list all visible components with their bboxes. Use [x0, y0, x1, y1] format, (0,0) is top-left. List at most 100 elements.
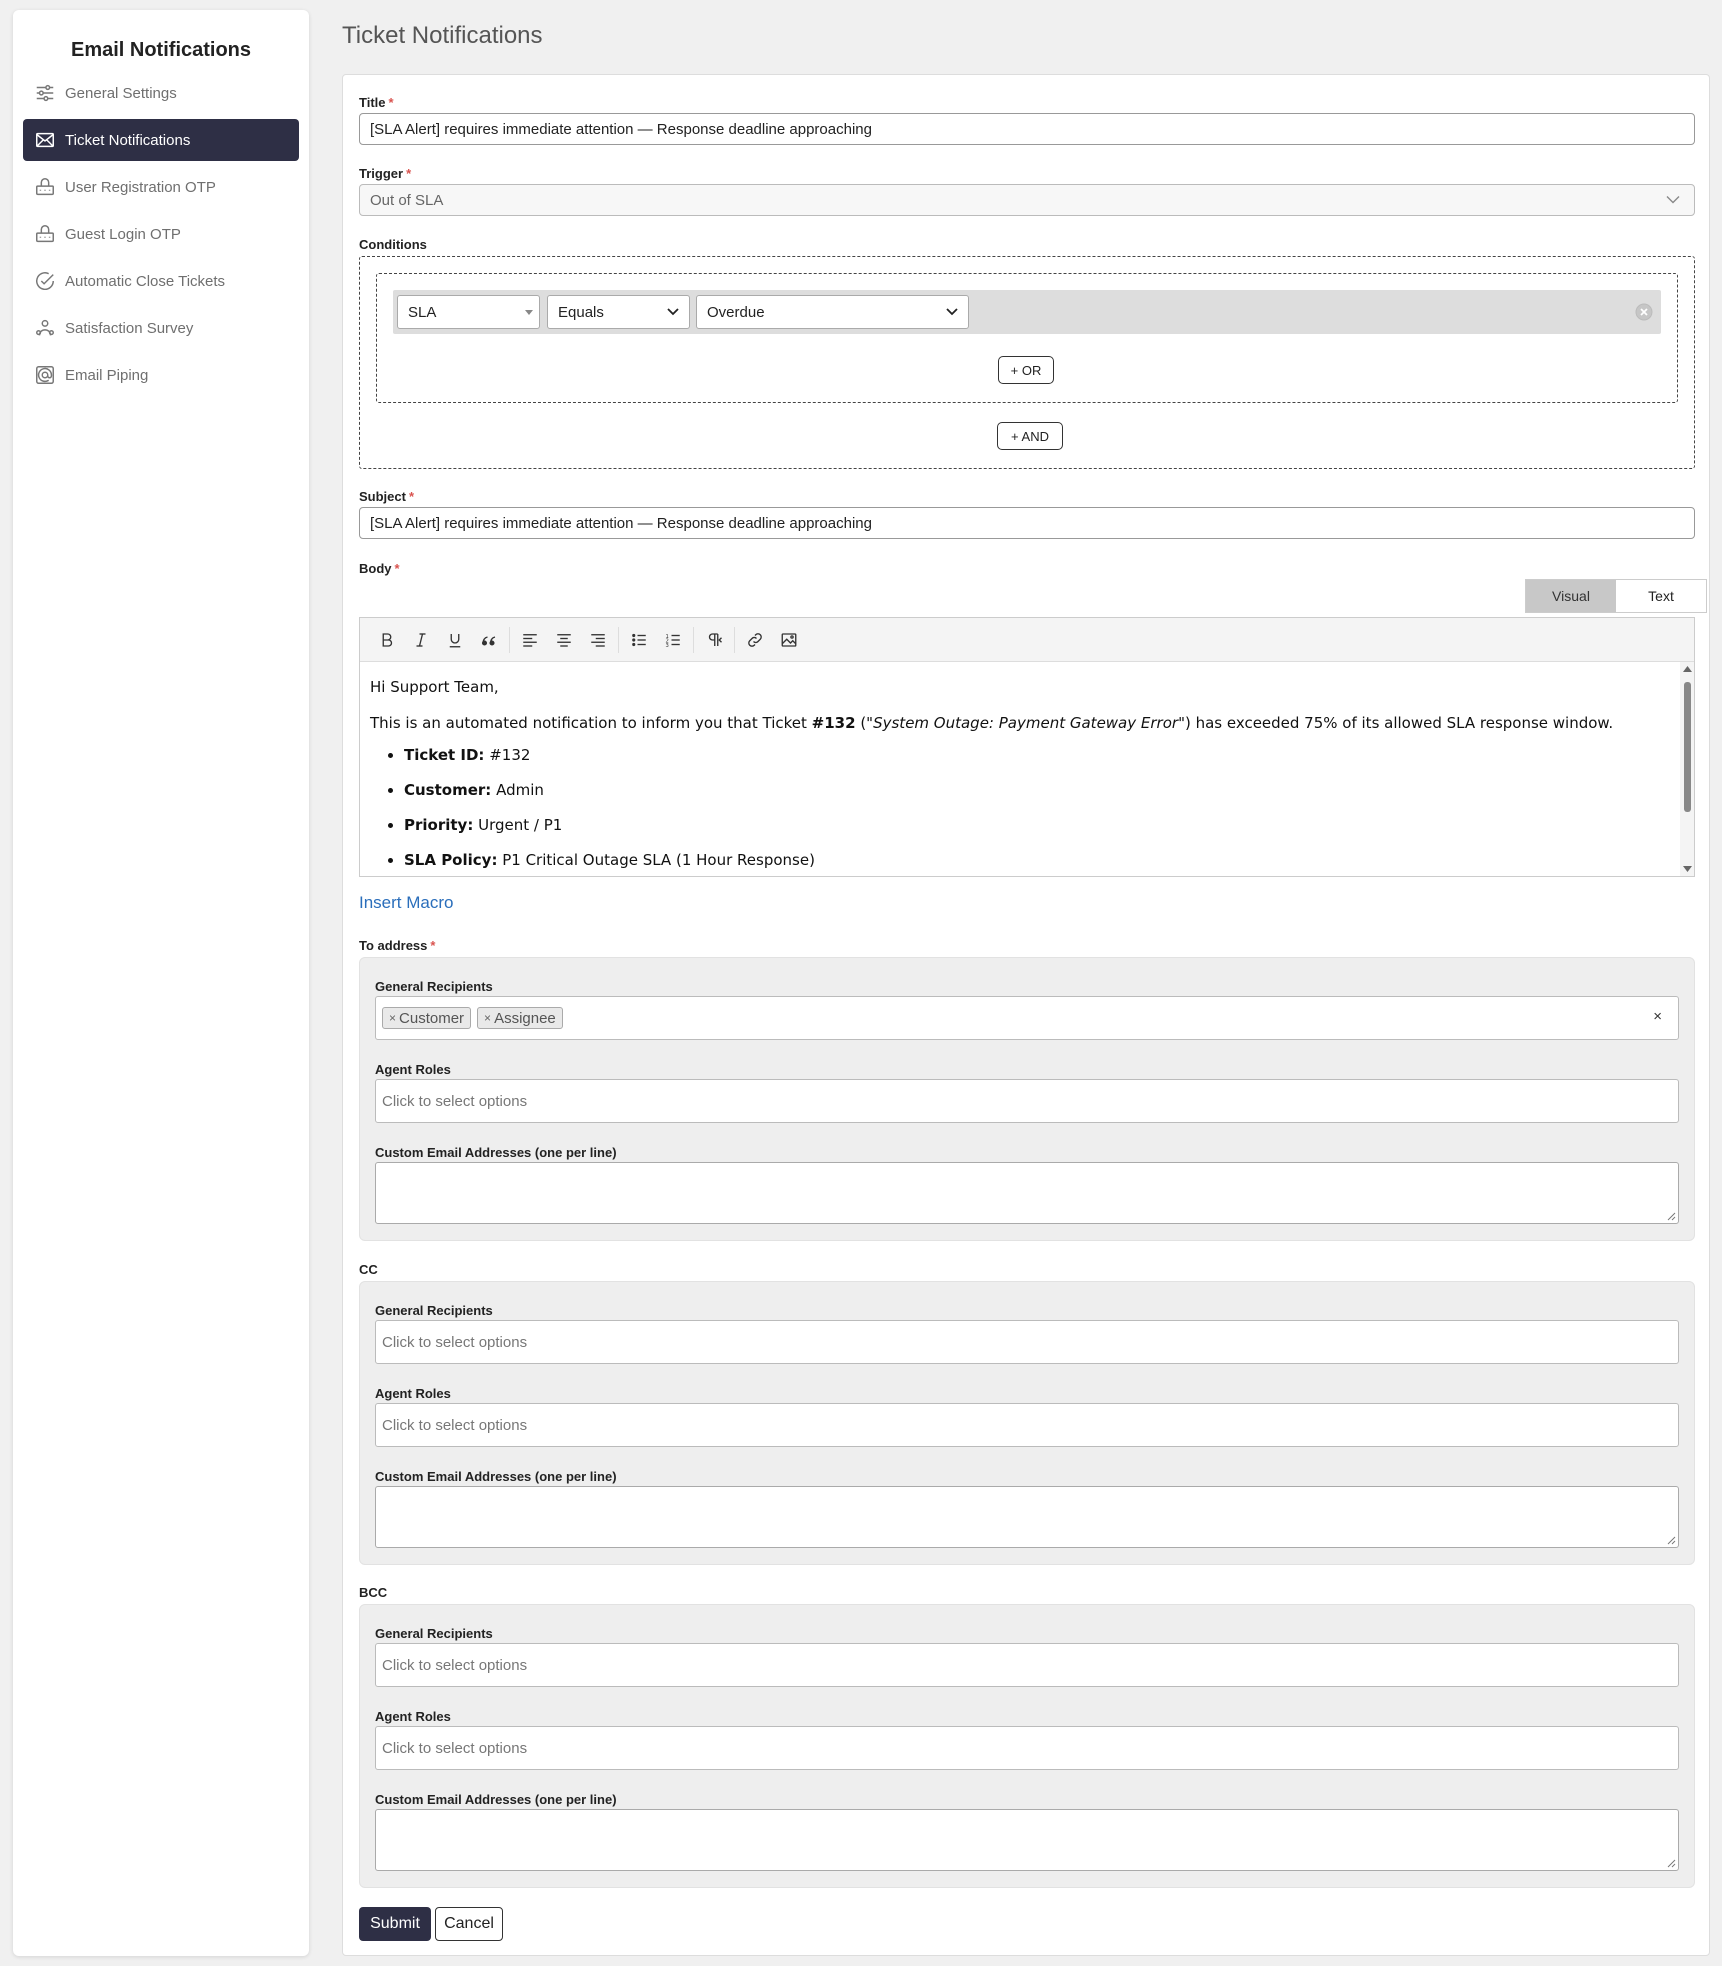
align-center-icon[interactable] [547, 623, 581, 657]
insert-macro-link[interactable]: Insert Macro [359, 893, 453, 913]
chevron-down-icon [946, 308, 958, 316]
editor-toolbar: 123 [360, 618, 1694, 662]
list-item: SLA Policy: P1 Critical Outage SLA (1 Ho… [404, 849, 1670, 871]
page-title: Ticket Notifications [342, 22, 543, 49]
to-address-label: To address * [359, 938, 436, 953]
list-item: Customer: Admin [404, 779, 1670, 801]
agent-roles-label: Agent Roles [375, 1386, 451, 1401]
recipient-chip: × Assignee [477, 1007, 563, 1029]
bold-icon[interactable] [370, 623, 404, 657]
cc-panel: General Recipients Click to select optio… [359, 1281, 1695, 1565]
bcc-general-recipients-field[interactable]: Click to select options [375, 1643, 1679, 1687]
condition-field-select[interactable]: SLA [397, 295, 540, 329]
scroll-thumb[interactable] [1684, 682, 1691, 812]
sidebar-item-label: General Settings [65, 84, 177, 102]
body-details-list: Ticket ID: #132 Customer: Admin Priority… [370, 744, 1670, 871]
sidebar-item-label: Email Piping [65, 366, 149, 384]
svg-text:3: 3 [666, 642, 669, 648]
otp-icon [33, 222, 57, 246]
add-or-button[interactable]: + OR [998, 356, 1054, 384]
trigger-label: Trigger * [359, 166, 412, 181]
cancel-button[interactable]: Cancel [435, 1907, 503, 1941]
condition-or-group: SLA Equals Overdue + OR [376, 273, 1678, 403]
resize-handle-icon[interactable] [1667, 1859, 1676, 1868]
body-editor: 123 Hi Support Team, This is an automate… [359, 617, 1695, 877]
resize-handle-icon[interactable] [1667, 1212, 1676, 1221]
sidebar-item-label: User Registration OTP [65, 178, 216, 196]
image-icon[interactable] [772, 623, 806, 657]
toolbar-separator [618, 626, 619, 653]
sidebar-item-automatic-close-tickets[interactable]: Automatic Close Tickets [23, 260, 299, 302]
toolbar-separator [693, 626, 694, 653]
sidebar-item-label: Automatic Close Tickets [65, 272, 226, 290]
bcc-label: BCC [359, 1585, 388, 1600]
toolbar-separator [509, 626, 510, 653]
link-icon[interactable] [738, 623, 772, 657]
agent-roles-label: Agent Roles [375, 1062, 451, 1077]
sliders-icon [33, 81, 57, 105]
general-recipients-label: General Recipients [375, 1303, 493, 1318]
resize-handle-icon[interactable] [1667, 1536, 1676, 1545]
general-recipients-label: General Recipients [375, 1626, 493, 1641]
to-custom-emails-textarea[interactable] [375, 1162, 1679, 1224]
chip-remove-icon[interactable]: × [389, 1011, 396, 1025]
chevron-down-icon [667, 308, 679, 316]
cc-custom-emails-textarea[interactable] [375, 1486, 1679, 1548]
custom-emails-label: Custom Email Addresses (one per line) [375, 1792, 617, 1807]
sidebar-item-label: Ticket Notifications [65, 131, 191, 149]
bcc-custom-emails-textarea[interactable] [375, 1809, 1679, 1871]
body-label: Body * [359, 561, 400, 576]
sidebar-item-email-piping[interactable]: Email Piping [23, 354, 299, 396]
sidebar-item-label: Satisfaction Survey [65, 319, 194, 337]
to-agent-roles-field[interactable]: Click to select options [375, 1079, 1679, 1123]
chip-remove-icon[interactable]: × [484, 1011, 491, 1025]
paragraph-direction-icon[interactable] [697, 623, 731, 657]
remove-condition-icon[interactable] [1635, 303, 1653, 321]
sidebar-item-general-settings[interactable]: General Settings [23, 72, 299, 114]
trigger-select[interactable]: Out of SLA [359, 184, 1695, 216]
add-and-button[interactable]: + AND [997, 422, 1063, 450]
check-circle-icon [33, 269, 57, 293]
numbered-list-icon[interactable]: 123 [656, 623, 690, 657]
tab-visual[interactable]: Visual [1526, 580, 1616, 612]
bullet-list-icon[interactable] [622, 623, 656, 657]
align-left-icon[interactable] [513, 623, 547, 657]
cc-agent-roles-field[interactable]: Click to select options [375, 1403, 1679, 1447]
condition-operator-select[interactable]: Equals [547, 295, 690, 329]
general-recipients-label: General Recipients [375, 979, 493, 994]
sidebar-item-satisfaction-survey[interactable]: Satisfaction Survey [23, 307, 299, 349]
scroll-up-icon[interactable] [1683, 666, 1692, 672]
scroll-down-icon[interactable] [1683, 866, 1692, 872]
custom-emails-label: Custom Email Addresses (one per line) [375, 1469, 617, 1484]
to-address-panel: General Recipients × Customer × Assignee ×… [359, 957, 1695, 1241]
cc-general-recipients-field[interactable]: Click to select options [375, 1320, 1679, 1364]
sidebar-item-guest-login-otp[interactable]: Guest Login OTP [23, 213, 299, 255]
subject-label: Subject * [359, 489, 415, 504]
editor-content[interactable]: Hi Support Team, This is an automated no… [360, 662, 1680, 876]
to-general-recipients-field[interactable]: × Customer × Assignee × [375, 996, 1679, 1040]
editor-scrollbar[interactable] [1680, 662, 1694, 876]
underline-icon[interactable] [438, 623, 472, 657]
body-intro: This is an automated notification to inf… [370, 714, 1614, 732]
toolbar-separator [734, 626, 735, 653]
bcc-agent-roles-field[interactable]: Click to select options [375, 1726, 1679, 1770]
sidebar-item-user-registration-otp[interactable]: User Registration OTP [23, 166, 299, 208]
sidebar-item-ticket-notifications[interactable]: Ticket Notifications [23, 119, 299, 161]
users-icon [33, 316, 57, 340]
tab-text[interactable]: Text [1616, 580, 1706, 612]
custom-emails-label: Custom Email Addresses (one per line) [375, 1145, 617, 1160]
sidebar-item-label: Guest Login OTP [65, 225, 181, 243]
clear-all-icon[interactable]: × [1653, 1008, 1662, 1025]
otp-icon [33, 175, 57, 199]
align-right-icon[interactable] [581, 623, 615, 657]
subject-input[interactable]: [SLA Alert] requires immediate attention… [359, 507, 1695, 539]
chevron-down-icon [1666, 196, 1680, 204]
condition-value-select[interactable]: Overdue [696, 295, 969, 329]
submit-button[interactable]: Submit [359, 1907, 431, 1941]
blockquote-icon[interactable] [472, 623, 506, 657]
conditions-label: Conditions [359, 237, 427, 252]
italic-icon[interactable] [404, 623, 438, 657]
recipient-chip: × Customer [382, 1007, 472, 1029]
title-input[interactable]: [SLA Alert] requires immediate attention… [359, 113, 1695, 145]
list-item: Ticket ID: #132 [404, 744, 1670, 766]
